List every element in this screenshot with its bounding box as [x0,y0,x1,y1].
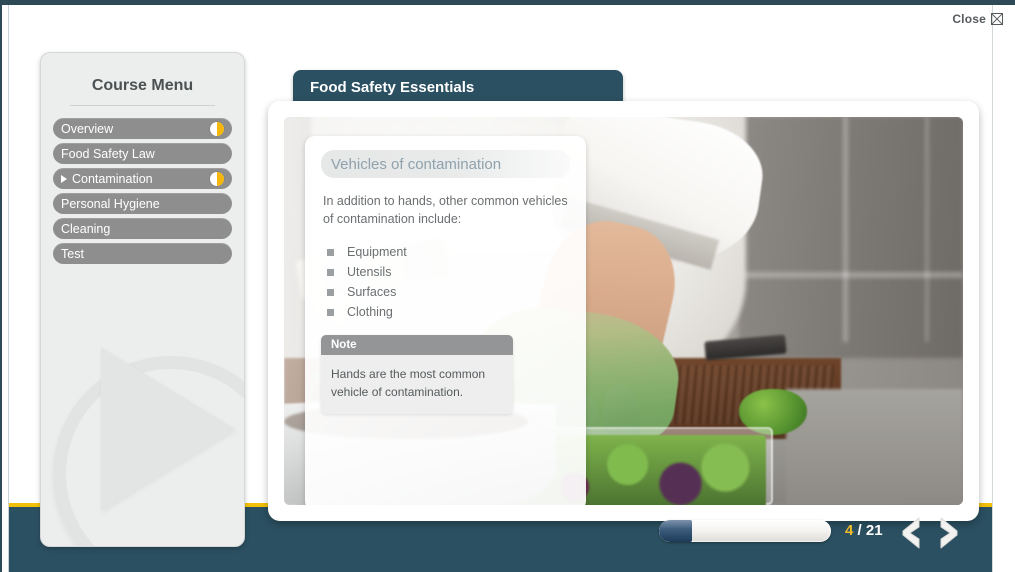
list-item-label: Surfaces [347,285,397,300]
square-bullet-icon [327,268,334,276]
sidebar-item-label: Cleaning [61,221,111,236]
slide-text-panel: Vehicles of contamination In addition to… [305,136,586,505]
play-circle-watermark-icon [53,356,244,546]
list-item-label: Utensils [347,265,392,280]
course-title-tab: Food Safety Essentials [293,70,623,104]
course-menu-list: Overview Food Safety Law Contamination Pers… [41,118,244,264]
square-bullet-icon [327,308,334,316]
sidebar-item-food-safety-law[interactable]: Food Safety Law [53,143,232,164]
list-item: Clothing [327,302,570,322]
sidebar-item-contamination[interactable]: Contamination [53,168,232,189]
course-progress-bar[interactable] [659,520,831,542]
note-box: Note Hands are the most common vehicle o… [321,335,513,415]
sidebar-item-label: Overview [61,121,114,136]
sidebar-item-cleaning[interactable]: Cleaning [53,218,232,239]
half-filled-circle-icon [210,171,224,186]
list-item: Equipment [327,242,570,262]
slide-card: Vehicles of contamination In addition to… [268,101,979,521]
course-progress-fill [659,520,692,542]
course-menu-title: Course Menu [91,77,194,94]
window-left-inner-rule [8,5,9,572]
course-player-window: Close Course Menu Overview Food Safety La… [0,0,1015,572]
square-bullet-icon [327,248,334,256]
sidebar-item-test[interactable]: Test [53,243,232,264]
next-page-button[interactable] [930,514,966,552]
chevron-right-icon [940,517,958,549]
sidebar-item-personal-hygiene[interactable]: Personal Hygiene [53,193,232,214]
list-item: Surfaces [327,282,570,302]
active-arrow-icon [61,174,67,183]
chef-hand-contaminated-salad-photo: Vehicles of contamination In addition to… [284,117,963,505]
page-counter-separator: / [853,522,866,539]
sidebar-item-overview[interactable]: Overview [53,118,232,139]
square-bullet-icon [327,288,334,296]
list-item-label: Equipment [347,245,407,260]
previous-page-button[interactable] [894,514,930,552]
sidebar-item-label: Personal Hygiene [61,196,160,211]
play-triangle-icon [101,347,235,511]
note-box-header: Note [321,335,513,356]
sidebar-item-label: Food Safety Law [61,146,155,161]
page-counter: 4 / 21 [845,522,883,539]
note-box-text: Hands are the most common vehicle of con… [321,355,513,415]
course-menu-sidebar: Course Menu Overview Food Safety Law Conta… [40,52,245,547]
close-box-icon [991,13,1003,25]
list-item: Utensils [327,262,570,282]
close-button-label: Close [952,12,986,26]
half-filled-circle-icon [210,121,224,136]
slide-intro-text: In addition to hands, other common vehic… [323,194,568,227]
sidebar-item-label: Contamination [72,171,153,186]
course-title-text: Food Safety Essentials [310,78,475,96]
window-right-rule [992,5,993,572]
slide-heading: Vehicles of contamination [321,150,570,178]
page-counter-total: 21 [865,522,883,539]
close-button[interactable]: Close [952,12,1003,26]
list-item-label: Clothing [347,305,393,320]
chevron-left-icon [902,517,920,549]
sidebar-item-label: Test [61,246,84,261]
slide-bullet-list: Equipment Utensils Surfaces Clothing [321,242,570,322]
window-left-border [0,5,2,572]
window-top-strip [0,0,1015,5]
course-menu-divider [70,105,215,106]
